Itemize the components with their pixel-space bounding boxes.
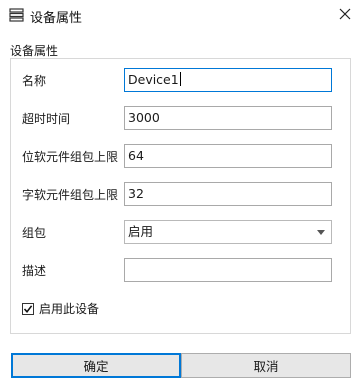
enable-device-label: 启用此设备 [39,302,100,316]
packing-label: 组包 [22,226,47,240]
close-button[interactable] [334,4,356,26]
text-caret [179,72,181,86]
bit-device-limit-label: 位软元件组包上限 [22,150,119,164]
enable-device-checkbox[interactable] [22,302,34,315]
description-label: 描述 [22,264,47,278]
chevron-down-icon [317,230,325,235]
checkmark-icon [23,304,33,313]
group-frame: 名称 Device1 超时时间 3000 位软元件组包上限 64 字软元件组包上… [10,58,351,334]
enable-device-checkbox-row[interactable]: 启用此设备 [22,300,99,317]
word-device-limit-field[interactable]: 32 [124,182,332,206]
cancel-button[interactable]: 取消 [181,353,351,378]
group-title: 设备属性 [10,44,59,58]
word-device-limit-label: 字软元件组包上限 [22,188,119,202]
ok-button[interactable]: 确定 [11,353,181,378]
titlebar: 设备属性 [0,0,362,30]
timeout-field[interactable]: 3000 [124,106,332,130]
name-value: Device1 [128,72,179,87]
close-icon [339,8,351,23]
packing-selected-value: 启用 [128,224,154,239]
bit-device-limit-field[interactable]: 64 [124,144,332,168]
window-title: 设备属性 [30,11,83,26]
properties-list-icon [9,8,24,22]
name-label: 名称 [22,74,47,88]
name-field[interactable]: Device1 [124,68,332,92]
timeout-label: 超时时间 [22,112,71,126]
device-properties-dialog: 设备属性 设备属性 名称 Device1 超时时间 3000 位软元件组包上限 … [0,0,362,390]
description-field[interactable] [124,258,332,282]
packing-select[interactable]: 启用 [124,220,332,244]
device-properties-group: 设备属性 名称 Device1 超时时间 3000 位软元件组包上限 64 字软… [10,42,352,336]
